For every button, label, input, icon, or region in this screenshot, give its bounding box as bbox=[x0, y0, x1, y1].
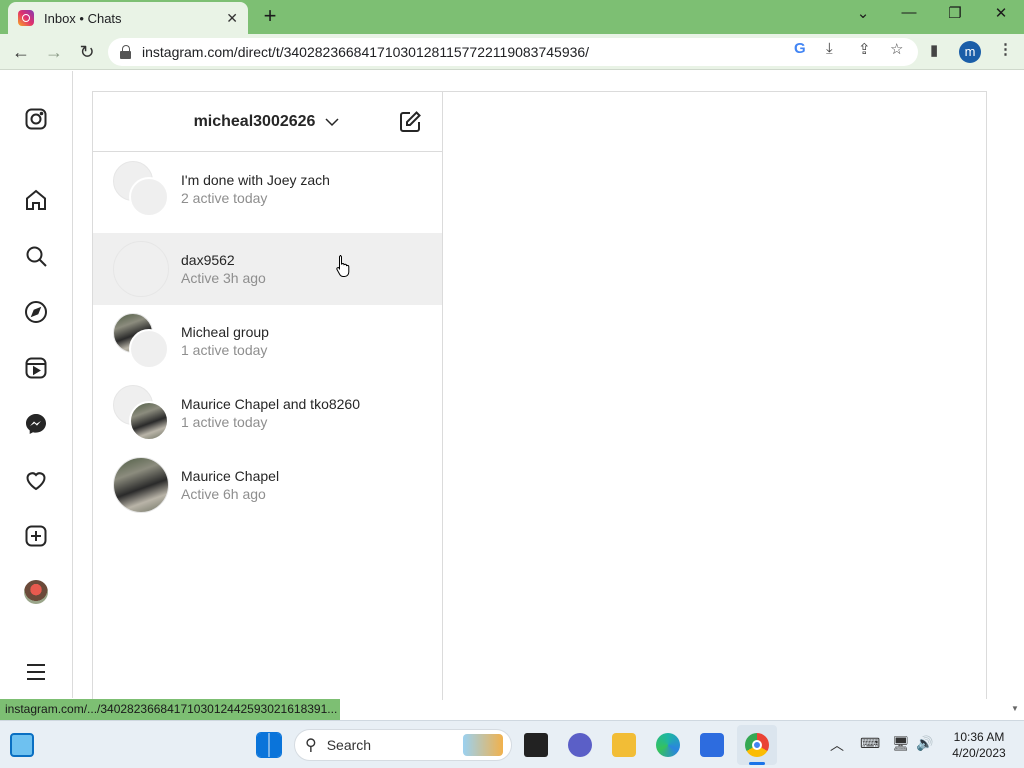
group-avatar bbox=[113, 385, 169, 441]
group-avatar bbox=[113, 313, 169, 369]
tab-title: Inbox • Chats bbox=[44, 10, 122, 26]
avatar bbox=[113, 241, 169, 297]
google-icon[interactable]: G bbox=[794, 40, 806, 57]
create-plus-icon[interactable] bbox=[23, 523, 49, 549]
keyboard-icon[interactable]: ⌨ bbox=[860, 735, 880, 752]
instagram-favicon-icon bbox=[18, 10, 34, 26]
thread-status: 2 active today bbox=[181, 190, 268, 206]
inbox-header: micheal3002626 bbox=[93, 92, 442, 152]
kebab-menu-icon[interactable]: ⋮ bbox=[998, 40, 1013, 58]
address-toolbar: ← → ↻ instagram.com/direct/t/34028236684… bbox=[0, 34, 1024, 70]
microsoft-store-icon[interactable] bbox=[700, 733, 724, 757]
network-icon[interactable]: 🖥 bbox=[892, 735, 910, 752]
thread-status: 1 active today bbox=[181, 414, 268, 430]
search-icon: ⚲ bbox=[305, 737, 317, 754]
explore-compass-icon[interactable] bbox=[23, 299, 49, 325]
restore-icon[interactable]: ❐ bbox=[940, 4, 970, 22]
side-panel-icon[interactable]: ▮ bbox=[930, 41, 938, 59]
new-tab-button[interactable]: + bbox=[258, 5, 282, 29]
install-app-icon[interactable]: ⤓ bbox=[826, 40, 833, 57]
thread-name: Maurice Chapel and tko8260 bbox=[181, 396, 361, 412]
thread-name: dax9562 bbox=[181, 252, 235, 268]
show-hidden-icons-chevron-icon[interactable]: ︿ bbox=[830, 735, 844, 755]
thread-list-column: micheal3002626 I'm done with Joey zach 2… bbox=[93, 92, 443, 700]
profile-avatar-nav[interactable] bbox=[23, 579, 49, 605]
browser-tab[interactable]: Inbox • Chats ✕ bbox=[8, 2, 248, 34]
back-arrow-icon[interactable]: ← bbox=[10, 41, 32, 63]
thread-status: 1 active today bbox=[181, 342, 268, 358]
profile-avatar-button[interactable]: m bbox=[959, 41, 981, 63]
search-highlight-icon bbox=[463, 734, 503, 756]
reload-icon[interactable]: ↻ bbox=[76, 41, 98, 63]
volume-icon[interactable]: 🔊 bbox=[916, 735, 933, 752]
windows-taskbar: ⚲ Search ︿ ⌨ 🖥 🔊 10:36 AM 4/20/2023 bbox=[0, 720, 1024, 768]
avatar bbox=[113, 457, 169, 513]
thread-item[interactable]: Maurice Chapel Active 6h ago bbox=[93, 449, 442, 521]
reels-icon[interactable] bbox=[23, 355, 49, 381]
hand-cursor-icon bbox=[336, 255, 350, 277]
windows-start-icon[interactable] bbox=[256, 732, 282, 758]
thread-item[interactable]: Maurice Chapel and tko8260 1 active toda… bbox=[93, 377, 442, 449]
browser-tab-bar: Inbox • Chats ✕ + ⌄ — ❐ ✕ bbox=[0, 0, 1024, 34]
scroll-down-arrow-icon[interactable]: ▼ bbox=[1011, 704, 1019, 713]
conversation-area bbox=[444, 92, 987, 700]
chevron-down-icon[interactable] bbox=[323, 113, 341, 131]
thread-name: Maurice Chapel bbox=[181, 468, 280, 484]
hamburger-menu-icon[interactable] bbox=[23, 659, 49, 685]
thread-item[interactable]: Micheal group 1 active today bbox=[93, 305, 442, 377]
tab-search-chevron-icon[interactable]: ⌄ bbox=[848, 4, 878, 22]
clock-date: 4/20/2023 bbox=[952, 746, 1006, 760]
new-message-compose-icon[interactable] bbox=[398, 110, 422, 134]
heart-notifications-icon[interactable] bbox=[23, 467, 49, 493]
forward-arrow-icon[interactable]: → bbox=[43, 41, 65, 63]
home-icon[interactable] bbox=[23, 187, 49, 213]
bookmark-star-icon[interactable]: ☆ bbox=[890, 40, 903, 58]
account-switcher-username[interactable]: micheal3002626 bbox=[194, 113, 316, 131]
taskbar-search-box[interactable]: ⚲ Search bbox=[294, 729, 512, 761]
minimize-icon[interactable]: — bbox=[894, 4, 924, 21]
search-icon[interactable] bbox=[23, 243, 49, 269]
lock-icon bbox=[120, 45, 132, 59]
direct-inbox-panel: micheal3002626 I'm done with Joey zach 2… bbox=[92, 91, 987, 700]
widgets-icon[interactable] bbox=[10, 733, 34, 757]
link-status-bar: instagram.com/.../3402823668417103012442… bbox=[0, 699, 340, 720]
teams-chat-icon[interactable] bbox=[568, 733, 592, 757]
thread-name: Micheal group bbox=[181, 324, 269, 340]
tab-close-icon[interactable]: ✕ bbox=[226, 10, 238, 27]
file-explorer-icon[interactable] bbox=[612, 733, 636, 757]
search-placeholder: Search bbox=[326, 737, 372, 753]
group-avatar bbox=[113, 161, 169, 217]
chrome-icon bbox=[745, 733, 769, 757]
instagram-sidebar bbox=[0, 71, 73, 698]
edge-browser-icon[interactable] bbox=[656, 733, 680, 757]
instagram-logo-icon[interactable] bbox=[23, 106, 49, 132]
thread-name: I'm done with Joey zach bbox=[181, 172, 330, 188]
thread-item[interactable]: dax9562 Active 3h ago bbox=[93, 233, 442, 305]
url-text: instagram.com/direct/t/34028236684171030… bbox=[142, 44, 590, 60]
messenger-icon[interactable] bbox=[23, 411, 49, 437]
thread-status: Active 3h ago bbox=[181, 270, 266, 286]
clock-time: 10:36 AM bbox=[953, 730, 1005, 744]
task-view-icon[interactable] bbox=[524, 733, 548, 757]
avatar bbox=[24, 580, 48, 604]
thread-item[interactable]: I'm done with Joey zach 2 active today bbox=[93, 153, 442, 225]
window-close-icon[interactable]: ✕ bbox=[986, 4, 1016, 22]
taskbar-clock[interactable]: 10:36 AM 4/20/2023 bbox=[944, 729, 1014, 761]
chrome-taskbar-active[interactable] bbox=[737, 725, 777, 765]
share-icon[interactable]: ⇪ bbox=[858, 40, 871, 58]
thread-status: Active 6h ago bbox=[181, 486, 266, 502]
